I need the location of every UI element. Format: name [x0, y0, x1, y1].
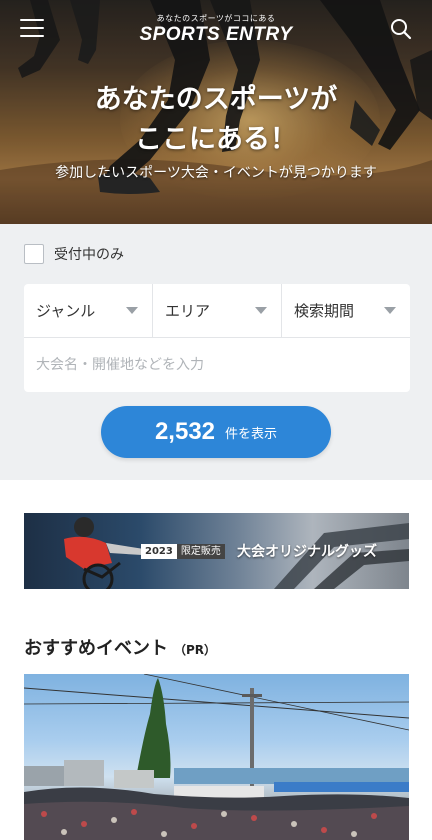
show-results-button[interactable]: 2,532 件を表示 [101, 406, 331, 458]
search-icon[interactable] [390, 18, 412, 40]
site-logo[interactable]: あなたのスポーツがココにある SPORTS ENTRY [130, 14, 302, 46]
accepting-only-label: 受付中のみ [54, 247, 124, 263]
keyword-search-input[interactable] [24, 338, 410, 391]
hero-title-line2: ここにある！ [135, 124, 297, 155]
filter-box: ジャンル エリア 検索期間 [24, 284, 410, 392]
area-select-label: エリア [165, 302, 211, 320]
banner-text: 大会オリジナルグッズ [237, 544, 377, 560]
period-select-label: 検索期間 [294, 302, 355, 320]
recommended-title-text: おすすめイベント [24, 638, 168, 659]
chevron-down-icon [126, 307, 138, 314]
filter-dropdowns: ジャンル エリア 検索期間 [24, 284, 410, 338]
banner-limited: 限定販売 [176, 544, 225, 559]
logo-name: SPORTS ENTRY [139, 24, 293, 45]
genre-select[interactable]: ジャンル [24, 284, 152, 337]
genre-select-label: ジャンル [36, 302, 96, 320]
logo-tagline: あなたのスポーツがココにある [156, 14, 276, 23]
accepting-only-filter[interactable]: 受付中のみ [24, 244, 124, 264]
recommended-event-image[interactable] [24, 674, 409, 840]
banner-year: 2023 [141, 544, 177, 559]
recommended-events-title: おすすめイベント （PR） [24, 634, 216, 660]
pr-label: （PR） [174, 643, 217, 657]
chevron-down-icon [255, 307, 267, 314]
area-select[interactable]: エリア [152, 284, 281, 337]
search-panel: 受付中のみ ジャンル エリア 検索期間 2,532 件を表示 [0, 224, 432, 480]
chevron-down-icon [384, 307, 396, 314]
hero-title-line1: あなたのスポーツが [94, 84, 338, 115]
accepting-only-checkbox[interactable] [24, 244, 44, 264]
hamburger-menu-icon[interactable] [20, 19, 44, 37]
banner-badge: 2023 限定販売 [141, 544, 225, 559]
original-goods-banner[interactable]: 2023 限定販売 大会オリジナルグッズ [24, 513, 409, 589]
hero-subtitle: 参加したいスポーツ大会・イベントが見つかります [55, 165, 377, 181]
hero-title: あなたのスポーツが ここにある！ [0, 80, 432, 160]
hero-section: あなたのスポーツがココにある SPORTS ENTRY あなたのスポーツが ここ… [0, 0, 432, 224]
result-suffix: 件を表示 [225, 426, 278, 442]
period-select[interactable]: 検索期間 [281, 284, 410, 337]
result-count: 2,532 [154, 418, 216, 445]
marathon-crowd-image [24, 674, 409, 840]
